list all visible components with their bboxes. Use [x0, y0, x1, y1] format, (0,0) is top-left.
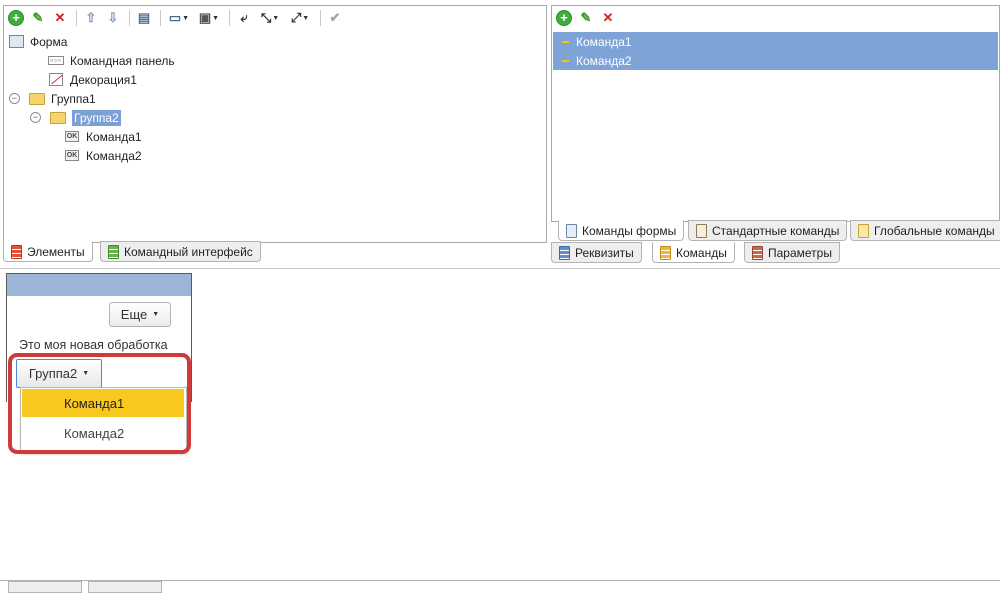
tab-label: Реквизиты	[575, 245, 634, 260]
tab-label: Командный интерфейс	[124, 244, 253, 259]
add-circle-icon[interactable]: +	[6, 8, 26, 28]
tab-standard-commands[interactable]: Стандартные команды	[688, 220, 848, 241]
toolbar-separator	[229, 10, 230, 26]
tree-item-decoration[interactable]: Декорация1	[48, 70, 137, 89]
chevron-down-icon: ▼	[152, 311, 160, 318]
ok-button-icon: OK	[64, 150, 80, 161]
tab-label: Команды	[676, 245, 727, 260]
tree-item-label: Группа2	[72, 109, 121, 126]
list-item-command2[interactable]: Команда2	[553, 51, 998, 70]
tree-item-group1[interactable]: − Группа1	[9, 89, 96, 108]
toolbar-separator	[76, 10, 77, 26]
resize-icon[interactable]: ⤡ ▼	[256, 8, 284, 28]
more-button-label: Еще	[120, 307, 148, 322]
tree-item-command-panel[interactable]: ▫▫▫ Командная панель	[48, 51, 175, 70]
tree-item-label: Команда2	[86, 148, 142, 163]
tab-attributes[interactable]: Реквизиты	[551, 242, 642, 263]
delete-x-icon[interactable]: ✕	[598, 8, 618, 28]
chevron-down-icon: ▼	[302, 14, 310, 22]
form-properties-icon[interactable]: ▤	[134, 8, 154, 28]
global-commands-icon	[858, 223, 869, 238]
toolbar-separator	[129, 10, 130, 26]
add-group-icon[interactable]: ▣ ▼	[195, 8, 223, 28]
tab-form-commands[interactable]: Команды формы	[558, 220, 685, 241]
tab-label: Параметры	[768, 245, 832, 260]
command-icon	[562, 59, 569, 62]
collapse-toggle-icon[interactable]: −	[30, 112, 41, 123]
pane-divider[interactable]	[0, 268, 1000, 269]
list-item-command1[interactable]: Команда1	[553, 32, 998, 51]
tab-elements[interactable]: Элементы	[3, 241, 93, 262]
chevron-down-icon: ▼	[212, 14, 220, 22]
tab-command-interface[interactable]: Командный интерфейс	[100, 241, 261, 262]
elements-icon	[11, 244, 22, 259]
tab-global-commands[interactable]: Глобальные команды	[850, 220, 1000, 241]
highlight-callout-frame	[8, 353, 191, 454]
chevron-down-icon: ▼	[182, 14, 190, 22]
move-up-icon[interactable]: ⇧	[81, 8, 101, 28]
tab-label: Команды формы	[582, 223, 677, 238]
edit-pencil-icon[interactable]: ✎	[576, 8, 596, 28]
tree-item-command2[interactable]: OK Команда2	[64, 146, 142, 165]
commands-toolbar: + ✎ ✕	[552, 6, 620, 30]
list-item-label: Команда2	[576, 53, 632, 68]
tree-item-label: Форма	[30, 34, 68, 49]
bottom-tab-form[interactable]	[8, 581, 82, 593]
form-commands-pane: + ✎ ✕ Команда1 Команда2	[551, 5, 1000, 222]
elements-toolbar: + ✎ ✕ ⇧ ⇩ ▤ ▭ ▼ ▣ ▼ ⤶ ⤡ ▼ ⤢ ▼ ✔	[4, 6, 347, 30]
tab-parameters[interactable]: Параметры	[744, 242, 840, 263]
tab-label: Глобальные команды	[874, 223, 995, 238]
list-item-label: Команда1	[576, 34, 632, 49]
preview-decoration-text: Это моя новая обработка	[19, 338, 168, 352]
move-down-icon[interactable]: ⇩	[103, 8, 123, 28]
tab-label: Элементы	[27, 244, 85, 259]
tree-item-label: Команда1	[86, 129, 142, 144]
bottom-tab-module[interactable]	[88, 581, 162, 593]
preview-title-bar	[7, 274, 191, 296]
tree-item-label: Командная панель	[70, 53, 175, 68]
folder-icon	[29, 92, 45, 105]
stretch-icon[interactable]: ⤢ ▼	[286, 8, 314, 28]
check-icon[interactable]: ✔	[325, 8, 345, 28]
tree-item-label: Декорация1	[70, 72, 137, 87]
tree-item-label: Группа1	[51, 91, 96, 106]
command-interface-icon	[108, 244, 119, 259]
ok-button-icon: OK	[64, 131, 80, 142]
toolbar-separator	[160, 10, 161, 26]
form-commands-icon	[566, 223, 577, 238]
decoration-icon	[49, 73, 63, 86]
command-panel-icon: ▫▫▫	[48, 56, 64, 65]
tree-item-group2[interactable]: − Группа2	[30, 108, 121, 127]
collapse-toggle-icon[interactable]: −	[9, 93, 20, 104]
edit-pencil-icon[interactable]: ✎	[28, 8, 48, 28]
folder-icon	[50, 111, 66, 124]
chevron-down-icon: ▼	[272, 14, 280, 22]
parameters-icon	[752, 245, 763, 260]
form-elements-pane: + ✎ ✕ ⇧ ⇩ ▤ ▭ ▼ ▣ ▼ ⤶ ⤡ ▼ ⤢ ▼ ✔ Форма ▫▫▫ Ко…	[3, 5, 547, 243]
line-feed-icon[interactable]: ⤶	[234, 8, 254, 28]
command-icon	[562, 40, 569, 43]
tree-item-form[interactable]: Форма	[8, 32, 67, 51]
attributes-icon	[559, 245, 570, 260]
commands-icon	[660, 245, 671, 260]
delete-x-icon[interactable]: ✕	[50, 8, 70, 28]
add-circle-icon[interactable]: +	[554, 8, 574, 28]
add-field-icon[interactable]: ▭ ▼	[165, 8, 193, 28]
standard-commands-icon	[696, 223, 707, 238]
form-icon	[8, 35, 24, 48]
toolbar-separator	[320, 10, 321, 26]
tab-label: Стандартные команды	[712, 223, 840, 238]
tree-item-command1[interactable]: OK Команда1	[64, 127, 142, 146]
tab-commands[interactable]: Команды	[652, 242, 735, 263]
more-button[interactable]: Еще ▼	[109, 302, 171, 327]
